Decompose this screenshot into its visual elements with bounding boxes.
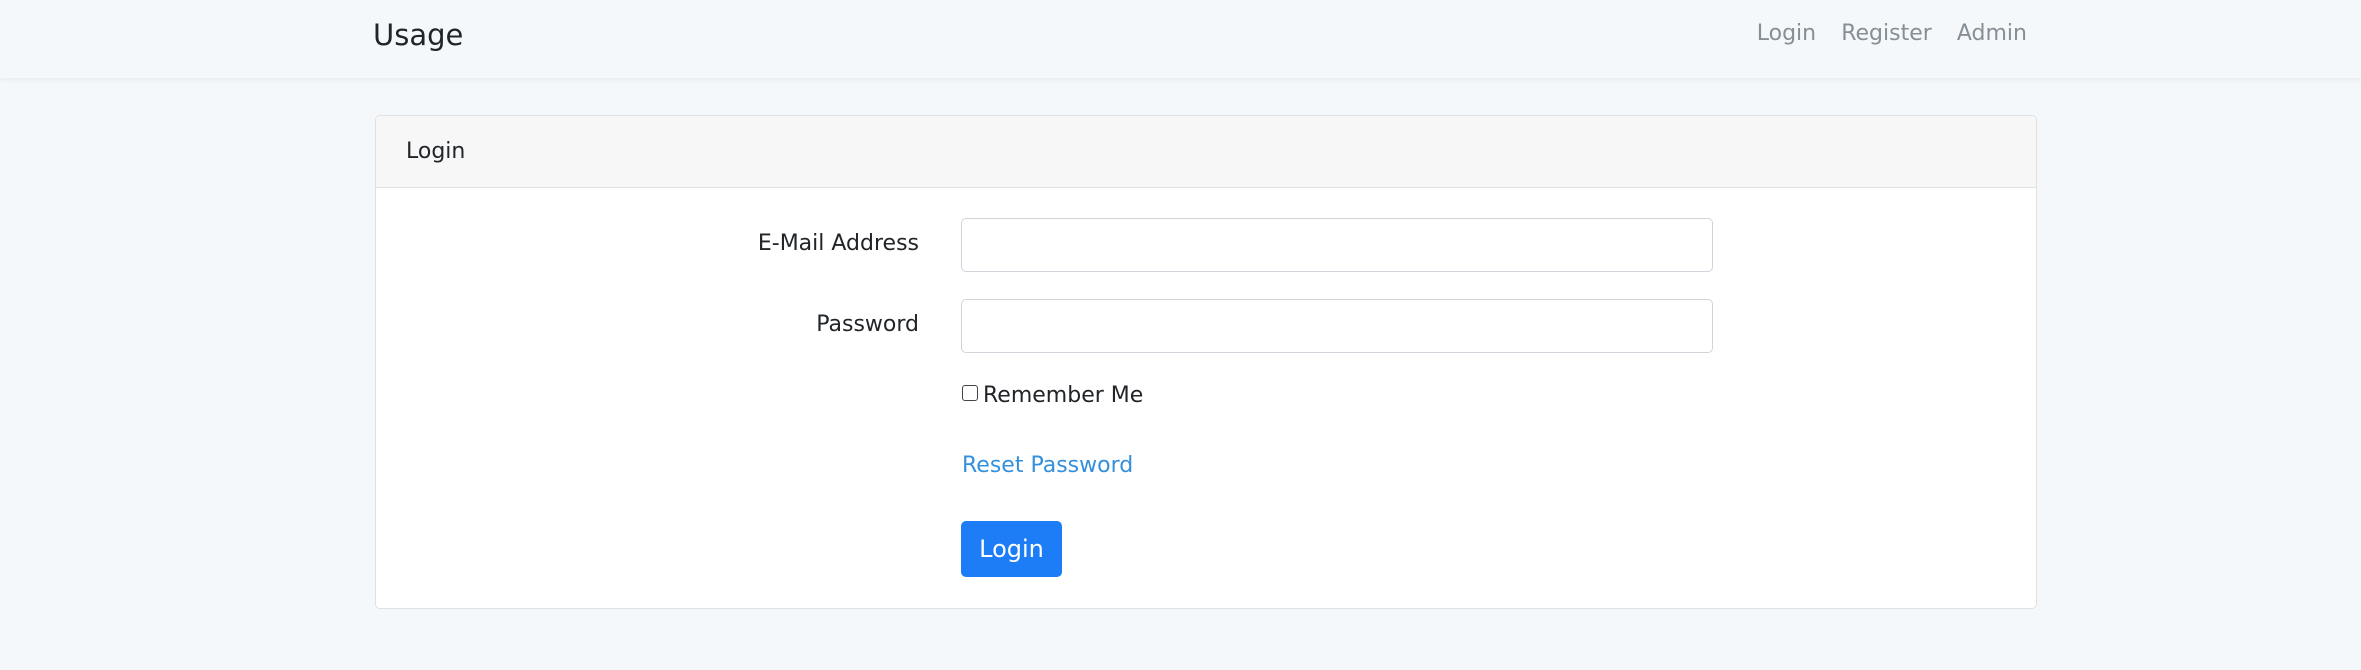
brand-logo[interactable]: Usage: [373, 16, 463, 54]
email-input[interactable]: [961, 218, 1713, 272]
nav-register-link[interactable]: Register: [1841, 18, 1932, 50]
reset-password-link[interactable]: Reset Password: [962, 450, 1133, 482]
nav-links: Login Register Admin: [1737, 18, 2027, 52]
remember-me-row: Remember Me: [962, 380, 1143, 412]
remember-me-label[interactable]: Remember Me: [983, 383, 1143, 408]
email-label: E-Mail Address: [757, 231, 919, 256]
top-navbar: Usage Login Register Admin: [0, 0, 2361, 78]
password-input[interactable]: [961, 299, 1713, 353]
login-button[interactable]: Login: [961, 521, 1062, 577]
card-header: Login: [376, 116, 2036, 188]
nav-login-link[interactable]: Login: [1757, 18, 1816, 50]
login-card: Login E-Mail Address Password Remember M…: [375, 115, 2037, 609]
nav-admin-link[interactable]: Admin: [1957, 18, 2027, 50]
password-label: Password: [816, 312, 919, 337]
remember-me-checkbox[interactable]: [962, 385, 978, 401]
card-title: Login: [406, 139, 466, 164]
